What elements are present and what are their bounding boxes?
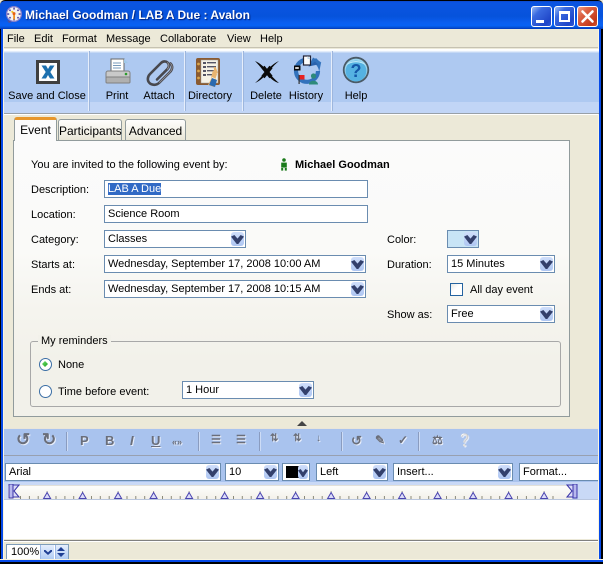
svg-text:?: ? bbox=[351, 61, 362, 81]
